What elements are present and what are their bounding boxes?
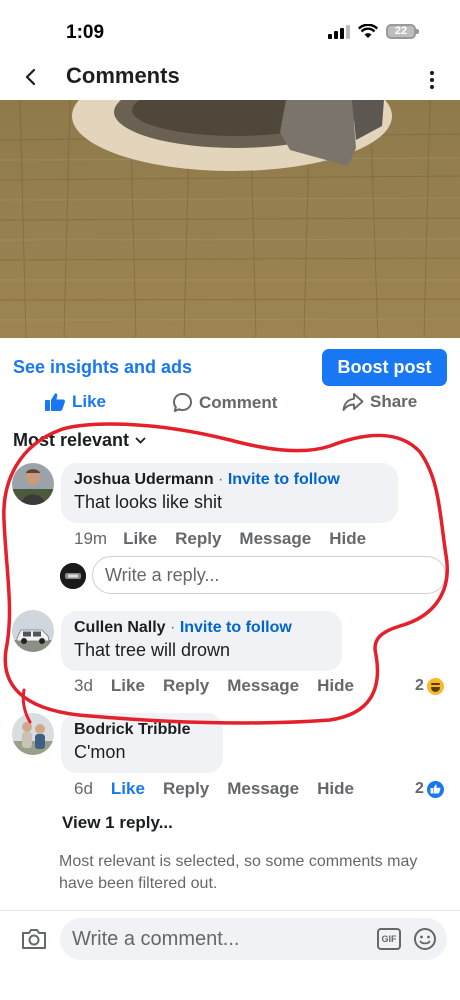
camera-icon[interactable] — [20, 927, 48, 951]
post-action-row: Like Comment Share — [0, 392, 460, 418]
separator-dot: · — [170, 619, 176, 636]
comment-actions: 19m Like Reply Message Hide — [74, 529, 366, 549]
see-insights-link[interactable]: See insights and ads — [13, 357, 192, 378]
status-bar: 1:09 22 — [0, 0, 460, 58]
comment-bubble[interactable]: Cullen Nally · Invite to follow That tre… — [61, 611, 342, 671]
comment-timestamp: 19m — [74, 529, 108, 548]
comment-hide-button[interactable]: Hide — [317, 779, 354, 799]
more-options-icon[interactable] — [424, 64, 440, 92]
comment-actions: 6d Like Reply Message Hide — [74, 779, 354, 799]
comment-input-container: GIF — [60, 918, 447, 960]
thumbs-up-icon — [45, 393, 65, 411]
like-button[interactable]: Like — [44, 392, 106, 412]
comment-text: That looks like shit — [74, 492, 223, 512]
comment-reply-button[interactable]: Reply — [163, 676, 209, 696]
cellular-signal-icon — [328, 24, 350, 39]
comment-reply-button[interactable]: Reply — [175, 529, 221, 549]
separator-dot: · — [218, 471, 224, 488]
comment-composer: GIF — [0, 910, 460, 1000]
like-label: Like — [72, 392, 107, 411]
comment-like-button[interactable]: Like — [111, 779, 145, 799]
comment-author[interactable]: Cullen Nally — [74, 619, 166, 636]
comment-actions: 3d Like Reply Message Hide — [74, 676, 354, 696]
post-photo[interactable] — [0, 100, 460, 338]
filter-note: Most relevant is selected, so some comme… — [59, 853, 418, 892]
view-replies-link[interactable]: View 1 reply... — [62, 813, 173, 833]
invite-to-follow-link[interactable]: Invite to follow — [228, 471, 340, 488]
sort-label: Most relevant — [13, 430, 130, 450]
comment-author[interactable]: Bodrick Tribble — [74, 721, 190, 738]
comment-author[interactable]: Joshua Udermann — [74, 471, 214, 488]
comment-button[interactable]: Comment — [172, 392, 277, 413]
share-label: Share — [370, 392, 418, 411]
comment-bubble-icon — [173, 393, 192, 412]
comment-bubble[interactable]: Bodrick Tribble C'mon — [61, 713, 223, 773]
comment-hide-button[interactable]: Hide — [329, 529, 366, 549]
haha-reaction-icon — [426, 677, 444, 695]
comment-message-button[interactable]: Message — [227, 779, 299, 799]
status-time: 1:09 — [66, 22, 105, 43]
reply-input[interactable] — [92, 556, 446, 594]
reaction-summary[interactable]: 2 — [415, 677, 444, 695]
reaction-count: 2 — [415, 677, 424, 694]
back-arrow-icon[interactable] — [18, 62, 44, 92]
avatar — [60, 563, 86, 589]
battery-icon: 22 — [386, 24, 419, 39]
comment-reply-button[interactable]: Reply — [163, 779, 209, 799]
reaction-summary[interactable]: 2 — [415, 780, 444, 798]
boost-post-button[interactable]: Boost post — [322, 349, 447, 386]
comment-text: C'mon — [74, 742, 126, 762]
comment-hide-button[interactable]: Hide — [317, 676, 354, 696]
avatar[interactable] — [12, 610, 54, 652]
reply-row — [60, 556, 446, 594]
share-button[interactable]: Share — [342, 392, 417, 412]
page-title: Comments — [66, 63, 180, 88]
nav-bar: Comments — [0, 58, 460, 100]
like-reaction-icon — [426, 780, 444, 798]
comment-like-button[interactable]: Like — [123, 529, 157, 549]
comment-message-button[interactable]: Message — [239, 529, 311, 549]
reaction-count: 2 — [415, 780, 424, 797]
comment-timestamp: 6d — [74, 779, 93, 798]
emoji-icon[interactable] — [413, 927, 437, 951]
gif-button[interactable]: GIF — [377, 928, 401, 950]
comment-label: Comment — [199, 392, 278, 412]
comment-like-button[interactable]: Like — [111, 676, 145, 696]
chevron-down-icon — [135, 437, 146, 444]
comment-timestamp: 3d — [74, 676, 93, 695]
comment-message-button[interactable]: Message — [227, 676, 299, 696]
sort-selector[interactable]: Most relevant — [13, 430, 146, 451]
share-arrow-icon — [342, 393, 364, 411]
invite-to-follow-link[interactable]: Invite to follow — [180, 619, 292, 636]
avatar[interactable] — [12, 463, 54, 505]
comment-bubble[interactable]: Joshua Udermann · Invite to follow That … — [61, 463, 398, 523]
avatar[interactable] — [12, 713, 54, 755]
status-icons: 22 — [328, 24, 419, 39]
comment-text: That tree will drown — [74, 640, 231, 660]
wifi-icon — [358, 24, 378, 38]
comment-input[interactable] — [72, 918, 362, 960]
